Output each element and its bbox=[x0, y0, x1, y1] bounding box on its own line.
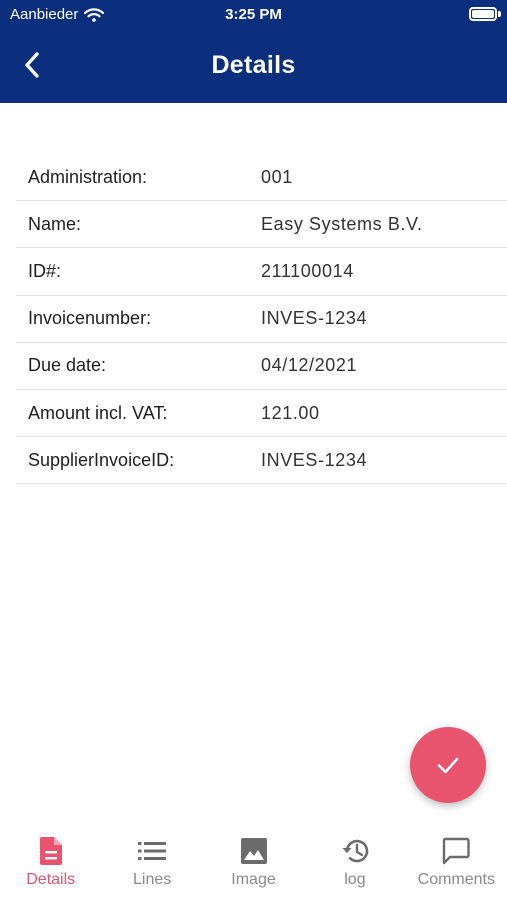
detail-label: ID#: bbox=[28, 260, 62, 281]
detail-value: 04/12/2021 bbox=[261, 355, 358, 376]
detail-row-due-date: Due date: 04/12/2021 bbox=[16, 343, 507, 390]
image-icon bbox=[240, 838, 267, 864]
tab-label: log bbox=[344, 871, 366, 888]
page-title: Details bbox=[211, 51, 296, 79]
history-icon bbox=[342, 839, 369, 863]
battery-icon bbox=[469, 7, 497, 21]
status-time: 3:25 PM bbox=[225, 6, 282, 23]
document-icon bbox=[39, 837, 62, 865]
battery-nub bbox=[498, 11, 501, 17]
detail-row-invoicenumber: Invoicenumber: INVES-1234 bbox=[16, 296, 507, 343]
tab-log[interactable]: log bbox=[304, 823, 405, 900]
detail-label: Due date: bbox=[28, 355, 107, 376]
tab-image[interactable]: Image bbox=[203, 823, 304, 900]
detail-value: 211100014 bbox=[261, 260, 354, 281]
detail-label: SupplierInvoiceID: bbox=[28, 449, 175, 470]
detail-row-supplier-invoice-id: SupplierInvoiceID: INVES-1234 bbox=[16, 437, 507, 485]
detail-value: INVES-1234 bbox=[261, 308, 368, 329]
detail-label: Invoicenumber: bbox=[28, 308, 152, 329]
details-list: Administration: 001 Name: Easy Systems B… bbox=[16, 154, 507, 485]
bottom-tab-bar: Details Lines Image log Comments bbox=[0, 823, 507, 900]
detail-row-amount: Amount incl. VAT: 121.00 bbox=[16, 390, 507, 438]
tab-label: Comments bbox=[417, 871, 495, 888]
detail-row-name: Name: Easy Systems B.V. bbox=[16, 201, 507, 249]
status-bar: Aanbieder 3:25 PM bbox=[0, 0, 507, 30]
detail-row-id: ID#: 211100014 bbox=[16, 248, 507, 296]
detail-value: 001 bbox=[261, 166, 293, 187]
list-icon bbox=[138, 842, 167, 860]
checkmark-icon bbox=[437, 757, 459, 774]
tab-comments[interactable]: Comments bbox=[406, 823, 507, 900]
tab-label: Image bbox=[231, 871, 276, 888]
app-header: Aanbieder 3:25 PM Details bbox=[0, 0, 507, 103]
tab-details[interactable]: Details bbox=[0, 823, 101, 900]
comment-icon bbox=[443, 837, 471, 865]
detail-row-administration: Administration: 001 bbox=[16, 154, 507, 202]
detail-value: Easy Systems B.V. bbox=[261, 213, 423, 234]
approve-button[interactable] bbox=[410, 727, 486, 803]
detail-value: INVES-1234 bbox=[261, 449, 368, 470]
detail-label: Administration: bbox=[28, 166, 148, 187]
tab-label: Details bbox=[26, 871, 76, 888]
tab-label: Lines bbox=[132, 871, 172, 888]
detail-label: Name: bbox=[28, 213, 82, 234]
detail-label: Amount incl. VAT: bbox=[28, 402, 168, 423]
tab-lines[interactable]: Lines bbox=[101, 823, 202, 900]
detail-value: 121.00 bbox=[261, 402, 320, 423]
